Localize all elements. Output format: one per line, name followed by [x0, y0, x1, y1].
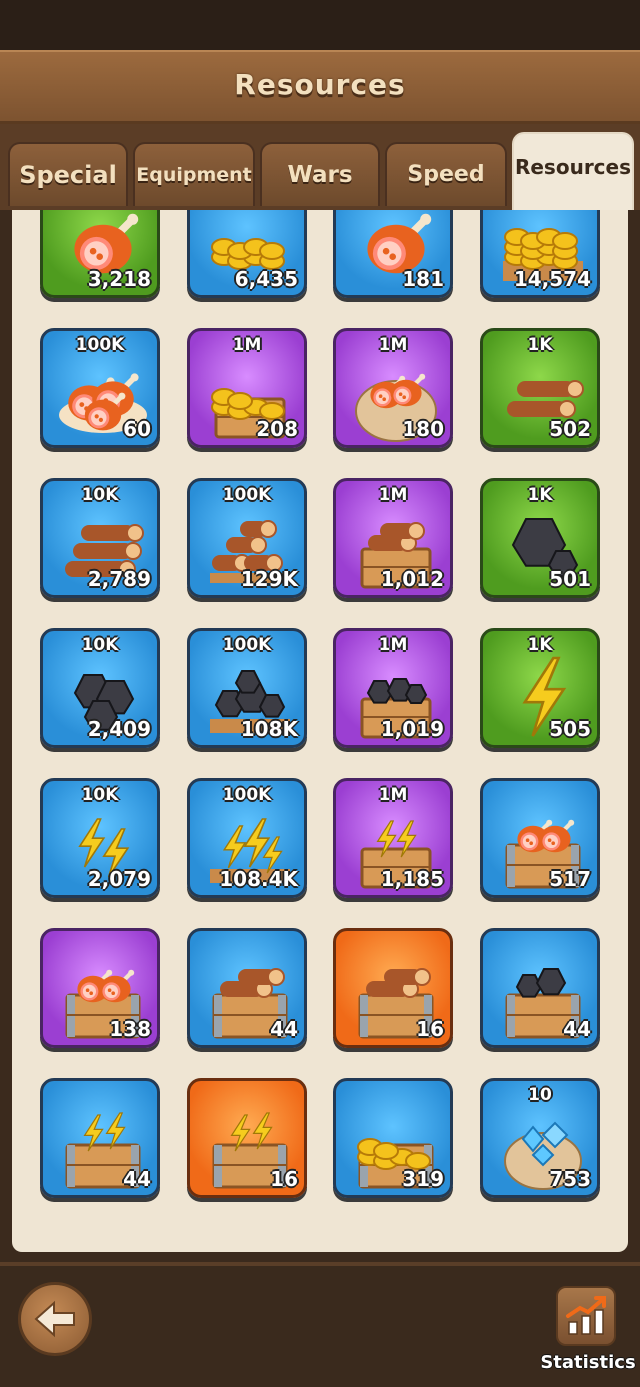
- chart-icon: [566, 1296, 606, 1335]
- item-amount: 100K: [222, 485, 272, 505]
- tab-label: Special: [19, 161, 117, 189]
- resource-item[interactable]: 10K 2,789: [40, 478, 160, 598]
- tab-speed-up[interactable]: Speed Up: [385, 142, 507, 249]
- resource-item[interactable]: 10K 2,409: [40, 628, 160, 748]
- resource-item[interactable]: 44: [187, 928, 307, 1048]
- item-count: 181: [402, 267, 444, 291]
- item-amount: 1M: [378, 785, 408, 805]
- item-amount: 1M: [378, 635, 408, 655]
- tab-label: Resources: [514, 155, 632, 179]
- resource-item[interactable]: 100K 108.4K: [187, 778, 307, 898]
- resource-item[interactable]: 1M 180: [333, 328, 453, 448]
- resource-item[interactable]: 44: [40, 1078, 160, 1198]
- item-count: 138: [109, 1017, 151, 1041]
- item-count: 505: [549, 717, 591, 741]
- item-count: 2,079: [87, 867, 151, 891]
- resource-item[interactable]: 100K14,574: [480, 210, 600, 298]
- resource-item[interactable]: 44: [480, 928, 600, 1048]
- tab-bar: Special Equipment Wars Speed Up Resource…: [0, 124, 640, 249]
- tab-label: Wars: [287, 162, 353, 188]
- resource-item[interactable]: 1M 1,012: [333, 478, 453, 598]
- resource-item[interactable]: 1K 502: [480, 328, 600, 448]
- resource-item[interactable]: 10 753: [480, 1078, 600, 1198]
- item-amount: 100K: [222, 635, 272, 655]
- item-count: 60: [123, 417, 151, 441]
- item-amount: 10: [528, 1085, 552, 1105]
- resource-item[interactable]: 100K 60: [40, 328, 160, 448]
- resource-item[interactable]: 1K3,218: [40, 210, 160, 298]
- item-count: 1,012: [380, 567, 444, 591]
- item-amount: 1K: [527, 335, 553, 355]
- item-count: 14,574: [513, 267, 591, 291]
- resource-item[interactable]: 100K 129K: [187, 478, 307, 598]
- item-count: 753: [549, 1167, 591, 1191]
- item-count: 108.4K: [219, 867, 298, 891]
- tab-label: Equipment: [136, 164, 252, 186]
- resource-item[interactable]: 517: [480, 778, 600, 898]
- item-amount: 10K: [81, 635, 119, 655]
- item-count: 16: [416, 1017, 444, 1041]
- item-amount: 1K: [527, 635, 553, 655]
- tab-resources[interactable]: Resources: [512, 132, 634, 210]
- resource-item[interactable]: 100K 108K: [187, 628, 307, 748]
- item-count: 180: [402, 417, 444, 441]
- item-amount: 100K: [75, 335, 125, 355]
- item-count: 2,789: [87, 567, 151, 591]
- item-count: 129K: [240, 567, 298, 591]
- item-count: 3,218: [87, 267, 151, 291]
- header: Resources: [0, 50, 640, 124]
- status-bar: [0, 0, 640, 50]
- item-count: 501: [549, 567, 591, 591]
- statistics-label: Statistics: [540, 1352, 636, 1373]
- item-amount: 1M: [378, 335, 408, 355]
- item-amount: 10K: [81, 485, 119, 505]
- item-amount: 100K: [222, 785, 272, 805]
- resource-item[interactable]: 1M 208: [187, 328, 307, 448]
- item-count: 517: [549, 867, 591, 891]
- back-button[interactable]: [18, 1282, 92, 1356]
- resource-grid: 1K3,21810K6,435 10K181100K14,574: [12, 210, 628, 1252]
- resource-item[interactable]: 1M 1,185: [333, 778, 453, 898]
- resource-item[interactable]: 16: [187, 1078, 307, 1198]
- item-count: 208: [256, 417, 298, 441]
- resource-item[interactable]: 16: [333, 928, 453, 1048]
- resource-item[interactable]: 1M 1,019: [333, 628, 453, 748]
- item-count: 502: [549, 417, 591, 441]
- back-arrow-icon: [34, 1300, 75, 1338]
- resources-panel: 1K3,21810K6,435 10K181100K14,574: [12, 210, 628, 1252]
- item-count: 319: [402, 1167, 444, 1191]
- item-amount: 1K: [527, 485, 553, 505]
- item-count: 16: [270, 1167, 298, 1191]
- item-count: 44: [270, 1017, 298, 1041]
- page-title: Resources: [234, 68, 406, 101]
- resource-item[interactable]: 10K181: [333, 210, 453, 298]
- tab-special[interactable]: Special: [8, 142, 128, 206]
- item-count: 6,435: [234, 267, 298, 291]
- item-amount: 10K: [81, 785, 119, 805]
- item-count: 1,185: [380, 867, 444, 891]
- resource-item[interactable]: 10K 2,079: [40, 778, 160, 898]
- resource-item[interactable]: 319: [333, 1078, 453, 1198]
- item-count: 44: [123, 1167, 151, 1191]
- item-count: 1,019: [380, 717, 444, 741]
- statistics-button[interactable]: [556, 1286, 616, 1346]
- tab-equipment[interactable]: Equipment: [133, 142, 255, 206]
- item-count: 2,409: [87, 717, 151, 741]
- resource-item[interactable]: 138: [40, 928, 160, 1048]
- item-count: 44: [563, 1017, 591, 1041]
- item-amount: 1M: [378, 485, 408, 505]
- item-count: 108K: [240, 717, 298, 741]
- item-amount: 1M: [232, 335, 262, 355]
- resource-item[interactable]: 1K 501: [480, 478, 600, 598]
- resource-item[interactable]: 10K6,435: [187, 210, 307, 298]
- resource-item[interactable]: 1K 505: [480, 628, 600, 748]
- tab-wars[interactable]: Wars: [260, 142, 380, 206]
